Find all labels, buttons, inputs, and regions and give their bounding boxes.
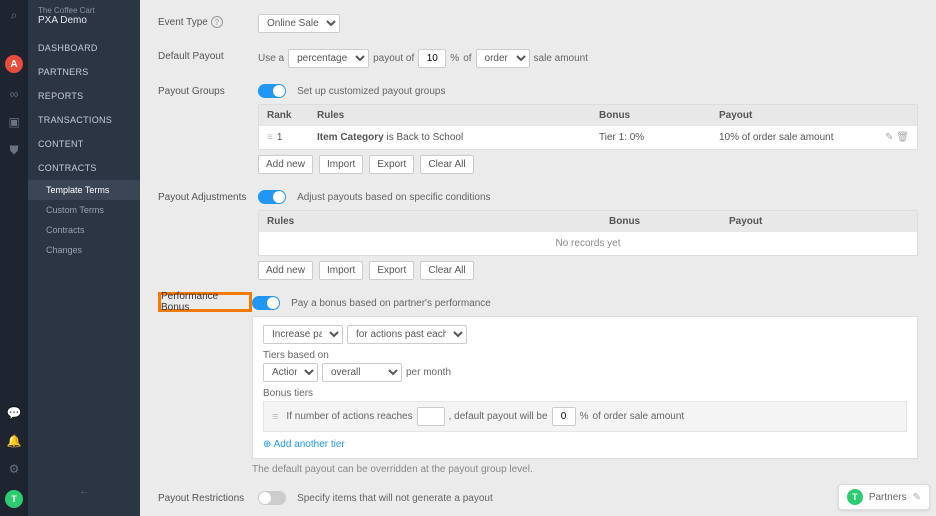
bell-icon[interactable]: 🔔 <box>7 434 22 448</box>
export-button[interactable]: Export <box>369 261 414 280</box>
sidebar-sub-template-terms[interactable]: Template Terms <box>28 180 140 200</box>
payout-groups-toggle[interactable] <box>258 84 286 98</box>
sidebar-item-content[interactable]: CONTENT <box>28 132 140 156</box>
performance-bonus-label: Performance Bonus <box>158 292 252 312</box>
sidebar-item-dashboard[interactable]: DASHBOARD <box>28 36 140 60</box>
payout-adjustments-table: Rules Bonus Payout No records yet <box>258 210 918 256</box>
delete-icon[interactable]: 🗑 <box>896 132 909 143</box>
payout-adjustments-label: Payout Adjustments <box>158 190 258 203</box>
tier-basis-select[interactable]: Actions <box>263 363 318 382</box>
brand-name: The Coffee Cart <box>38 6 130 15</box>
sidebar-item-transactions[interactable]: TRANSACTIONS <box>28 108 140 132</box>
sidebar-item-reports[interactable]: REPORTS <box>28 84 140 108</box>
sidebar-sub-custom-terms[interactable]: Custom Terms <box>28 200 140 220</box>
export-button[interactable]: Export <box>369 155 414 174</box>
sidebar: The Coffee Cart PXA Demo DASHBOARD PARTN… <box>28 0 140 516</box>
tier-payout-input[interactable] <box>552 407 576 426</box>
event-type-select[interactable]: Online Sale <box>258 14 340 33</box>
tier-scope-select[interactable]: overall <box>322 363 402 382</box>
empty-state: No records yet <box>259 232 917 255</box>
gear-icon[interactable]: ⚙ <box>9 462 20 476</box>
sidebar-item-contracts[interactable]: CONTRACTS <box>28 156 140 180</box>
icon-rail: ⌕ A ∞ ▣ ⛊ 💬 🔔 ⚙ T <box>0 0 28 516</box>
default-payout-label: Default Payout <box>158 49 258 62</box>
payout-type-select[interactable]: percentage <box>288 49 369 68</box>
collapse-icon[interactable]: ← <box>28 480 140 503</box>
widget-label: Partners <box>869 492 907 503</box>
brand-logo[interactable]: A <box>5 55 23 73</box>
add-tier-link[interactable]: Add another tier <box>263 439 345 450</box>
payout-groups-label: Payout Groups <box>158 84 258 97</box>
tier-threshold-input[interactable] <box>417 407 445 426</box>
event-type-label: Event Type? <box>158 14 258 28</box>
import-button[interactable]: Import <box>319 155 363 174</box>
drag-handle-icon[interactable]: ≡ <box>267 132 273 143</box>
add-new-button[interactable]: Add new <box>258 155 313 174</box>
link-icon[interactable]: ∞ <box>10 87 19 101</box>
bonus-mode-select[interactable]: Increase payout <box>263 325 343 344</box>
chat-icon[interactable]: 💬 <box>7 406 22 420</box>
user-avatar[interactable]: T <box>5 490 23 508</box>
payout-adjustments-toggle[interactable] <box>258 190 286 204</box>
clear-all-button[interactable]: Clear All <box>420 155 473 174</box>
bonus-mode-after-select[interactable]: for actions past each tier <box>347 325 467 344</box>
help-icon[interactable]: ? <box>211 16 223 28</box>
performance-bonus-toggle[interactable] <box>252 296 280 310</box>
performance-note: The default payout can be overridden at … <box>252 464 918 475</box>
clear-all-button[interactable]: Clear All <box>420 261 473 280</box>
widget-avatar: T <box>847 489 863 505</box>
import-button[interactable]: Import <box>319 261 363 280</box>
payout-groups-table: Rank Rules Bonus Payout ≡1 Item Category… <box>258 104 918 150</box>
brand-subtitle: PXA Demo <box>38 15 130 26</box>
image-icon[interactable]: ▣ <box>8 115 19 129</box>
add-new-button[interactable]: Add new <box>258 261 313 280</box>
drag-handle-icon[interactable]: ≡ <box>272 411 278 423</box>
edit-icon[interactable]: ✎ <box>885 132 893 143</box>
search-icon[interactable]: ⌕ <box>11 8 18 23</box>
performance-bonus-config: Increase payout for actions past each ti… <box>252 316 918 459</box>
edit-icon[interactable]: ✎ <box>913 492 921 503</box>
table-row[interactable]: ≡1 Item Category is Back to School Tier … <box>259 126 917 149</box>
shield-icon[interactable]: ⛊ <box>9 143 18 158</box>
payout-amount-input[interactable] <box>418 49 446 68</box>
payout-restrictions-toggle[interactable] <box>258 491 286 505</box>
payout-basis-select[interactable]: order <box>476 49 530 68</box>
main-content: Event Type? Online Sale Default Payout U… <box>140 0 936 516</box>
partner-widget[interactable]: T Partners ✎ <box>838 484 930 510</box>
sidebar-sub-contracts[interactable]: Contracts <box>28 220 140 240</box>
sidebar-sub-changes[interactable]: Changes <box>28 240 140 260</box>
payout-restrictions-label: Payout Restrictions <box>158 491 258 504</box>
sidebar-item-partners[interactable]: PARTNERS <box>28 60 140 84</box>
